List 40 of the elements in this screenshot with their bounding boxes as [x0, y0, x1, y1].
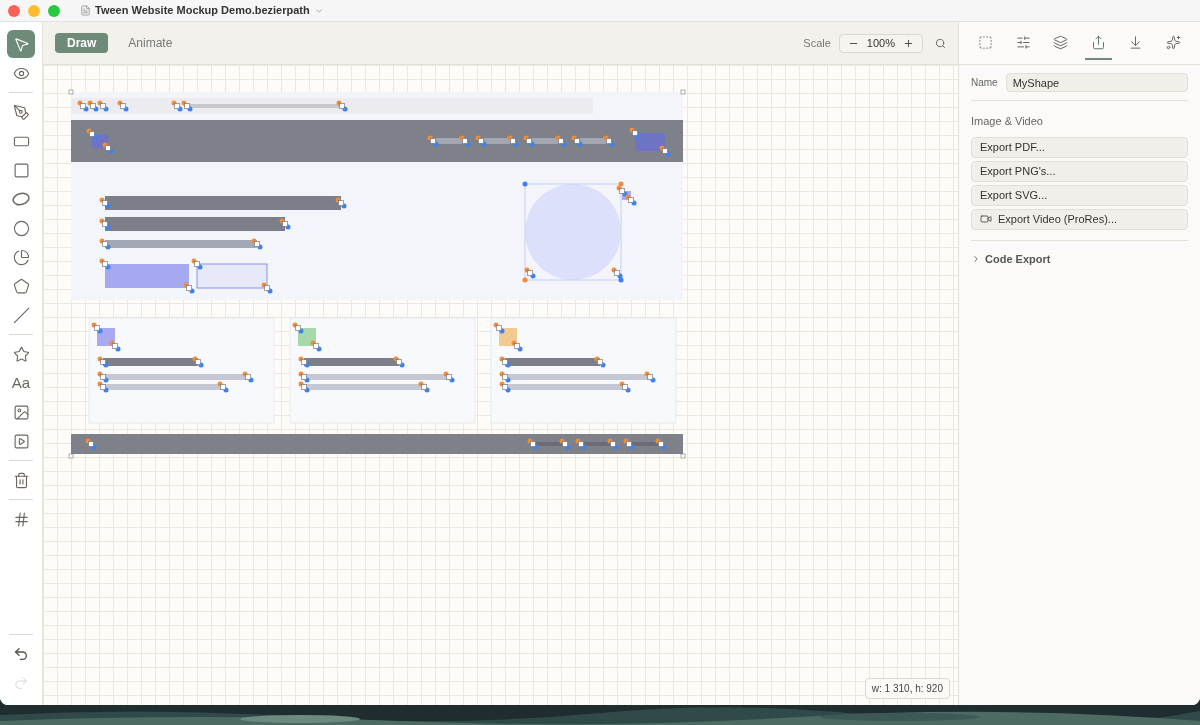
- chevron-icon: [971, 253, 981, 264]
- trash-icon: [12, 471, 30, 489]
- rounded-rect-icon: [12, 161, 30, 179]
- pointer-tool[interactable]: [7, 30, 35, 58]
- export-button[interactable]: Export SVG...: [971, 184, 1188, 206]
- zoom-in-icon[interactable]: [903, 37, 914, 49]
- document-icon: [80, 5, 91, 16]
- window-title: Tween Website Mockup Demo.bezierpath: [95, 3, 310, 19]
- circle-icon: [12, 219, 30, 237]
- selection-icon: [978, 34, 994, 50]
- name-label: Name: [971, 76, 998, 90]
- code-export-disclosure[interactable]: Code Export: [971, 250, 1188, 267]
- pointer-icon: [12, 35, 30, 53]
- export-button[interactable]: Export Video (ProRes)...: [971, 208, 1188, 230]
- mode-tab[interactable]: Draw: [55, 33, 109, 53]
- search-icon[interactable]: [935, 37, 946, 49]
- grid-icon: [12, 510, 30, 528]
- pie-icon: [12, 248, 30, 266]
- layers-icon: [1053, 34, 1069, 50]
- export-icon: [1090, 34, 1106, 50]
- mode-tab[interactable]: Animate: [116, 33, 185, 53]
- export-button[interactable]: Export PDF...: [971, 136, 1188, 158]
- scale-label: Scale: [803, 35, 831, 51]
- video-icon: [980, 213, 992, 225]
- sparkle-icon: [1165, 34, 1181, 50]
- close-window-button[interactable]: [8, 4, 20, 17]
- name-field[interactable]: MyShape: [1005, 73, 1188, 92]
- text-tool[interactable]: Aa: [7, 369, 35, 397]
- section-title: Image & Video: [971, 114, 1044, 129]
- adjust-icon: [1015, 34, 1031, 50]
- image-icon: [12, 403, 30, 421]
- size-readout: w: 1 310, h: 920: [864, 678, 950, 699]
- pen-icon: [12, 103, 30, 121]
- star-icon: [12, 345, 30, 363]
- video-icon: [12, 432, 30, 450]
- scale-value: 100%: [866, 35, 895, 51]
- line-icon: [12, 306, 30, 324]
- export-button[interactable]: Export PNG's...: [971, 160, 1188, 182]
- ellipse-icon: [12, 192, 30, 206]
- polygon-icon: [12, 277, 30, 295]
